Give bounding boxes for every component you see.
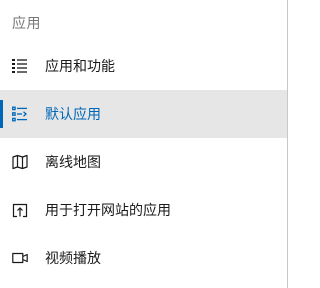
nav-item-offline-maps[interactable]: 离线地图 — [0, 138, 287, 186]
selection-indicator — [0, 148, 3, 176]
nav-item-label: 用于打开网站的应用 — [45, 202, 171, 218]
nav-item-label: 应用和功能 — [45, 58, 115, 74]
nav-item-apps-features[interactable]: 应用和功能 — [0, 42, 287, 90]
panel-divider — [287, 0, 288, 288]
selection-indicator — [0, 196, 3, 224]
nav-item-label: 离线地图 — [45, 154, 101, 170]
map-icon — [12, 154, 28, 170]
selection-indicator — [0, 244, 3, 272]
nav-item-apps-for-websites[interactable]: 用于打开网站的应用 — [0, 186, 287, 234]
nav-item-default-apps[interactable]: 默认应用 — [0, 90, 287, 138]
nav-item-video-playback[interactable]: 视频播放 — [0, 234, 287, 282]
video-icon — [12, 252, 28, 264]
section-title: 应用 — [12, 15, 41, 31]
list-icon — [12, 59, 27, 73]
selection-indicator — [0, 52, 3, 80]
nav-item-label: 视频播放 — [45, 250, 101, 266]
settings-nav: 应用和功能 默认应用 离线地图 用于打开网站的应用 视频播放 — [0, 42, 287, 282]
open-website-icon — [12, 203, 28, 218]
selection-indicator — [0, 100, 3, 128]
nav-item-label: 默认应用 — [45, 106, 101, 122]
default-apps-icon — [12, 106, 27, 122]
